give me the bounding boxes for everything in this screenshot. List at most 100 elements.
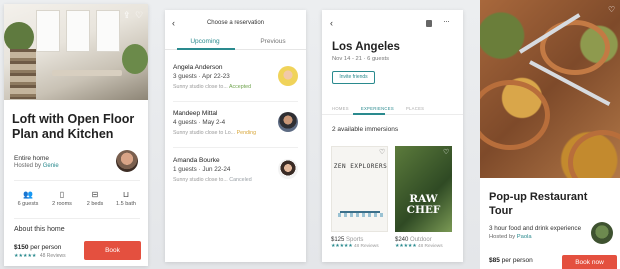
reviews-count: 48 Reviews — [417, 244, 443, 249]
amenity-bath: ⊔ 1.5 bath — [112, 190, 140, 207]
tab-divider — [322, 114, 463, 115]
tab-upcoming[interactable]: Upcoming — [175, 38, 235, 45]
price-unit: per person — [501, 257, 533, 264]
table-graphic — [52, 70, 122, 76]
heart-icon[interactable]: ♡ — [379, 148, 385, 156]
hosted-by-label: Hosted by — [489, 234, 516, 240]
heart-icon[interactable]: ♡ — [443, 148, 449, 156]
plant-graphic — [4, 22, 34, 52]
host-line: Hosted by Genie — [14, 163, 59, 169]
tab-experiences[interactable]: EXPERIENCES — [361, 106, 394, 111]
experience-description: 3 hour food and drink experience — [489, 225, 582, 232]
experience-card[interactable]: ♡ Pop-up Restaurant Tour 3 hour food and… — [480, 0, 620, 269]
listing-title: Loft with Open Floor Plan and Kitchen — [12, 112, 135, 141]
price-value: $85 — [489, 257, 500, 264]
divider — [14, 180, 140, 181]
price-unit: per person — [30, 244, 62, 251]
reservation-item[interactable]: Amanda Bourke 1 guests · Jun 22-24 Sunny… — [173, 157, 298, 197]
experience-rating: ★★★★★ 48 Reviews — [395, 244, 443, 249]
tab-previous[interactable]: Previous — [243, 38, 303, 45]
food-photo[interactable]: ♡ — [480, 0, 620, 178]
guest-name: Mandeep Mittal — [173, 110, 218, 117]
host-line: Hosted by Paola — [489, 234, 532, 240]
window-graphic — [96, 10, 120, 52]
tab-homes[interactable]: HOMES — [332, 106, 349, 111]
share-icon[interactable]: ⇪ — [123, 10, 131, 21]
cover-title: ZEN EXPLORERS — [333, 163, 388, 170]
price-value: $150 — [14, 244, 29, 251]
door-icon: ▯ — [59, 190, 65, 199]
window-graphic — [36, 10, 60, 52]
trip-card: ‹ ··· Los Angeles Nov 14 - 21 · 6 guests… — [322, 10, 463, 262]
reviews-count[interactable]: 48 Reviews — [40, 253, 66, 259]
star-icons: ★★★★★ — [395, 244, 417, 249]
experience-price: $240 Outdoor — [395, 237, 432, 243]
host-name-link[interactable]: Paola — [517, 234, 532, 240]
experience-cover-zen[interactable]: ZEN EXPLORERS — [331, 146, 388, 232]
invite-friends-button[interactable]: Invite friends — [332, 71, 375, 84]
category-label: Sports — [346, 237, 364, 243]
more-options-icon[interactable]: ··· — [443, 16, 450, 26]
tab-places[interactable]: PLACES — [406, 106, 424, 111]
status-accepted: Accepted — [228, 84, 252, 90]
bookshelf-graphic — [10, 49, 36, 99]
listing-snippet: Sunny studio close to Lo... — [173, 130, 236, 136]
available-count: 2 available immersions — [332, 126, 399, 133]
back-arrow-icon[interactable]: ‹ — [330, 18, 333, 28]
reviews-count: 48 Reviews — [353, 244, 379, 249]
host-avatar[interactable] — [116, 150, 138, 172]
price-line: $150 per person — [14, 244, 61, 251]
amenity-label: 2 beds — [86, 201, 104, 207]
heart-icon[interactable]: ♡ — [608, 5, 615, 14]
divider — [14, 218, 140, 219]
guest-details: 1 guests · Jun 22-24 — [173, 166, 231, 173]
amenity-rooms: ▯ 2 rooms — [48, 190, 76, 207]
about-heading: About this home — [14, 226, 65, 233]
status-pending: Pending — [236, 130, 257, 136]
amenity-beds: ⊟ 2 beds — [81, 190, 109, 207]
star-icons: ★★★★★ — [14, 253, 37, 259]
heart-icon[interactable]: ♡ — [135, 10, 143, 21]
reservation-desc: Sunny studio close to Lo... Pending — [173, 130, 256, 136]
hosted-by-label: Hosted by — [14, 163, 42, 169]
window-graphic — [66, 10, 90, 52]
reservation-item[interactable]: Mandeep Mittal 4 guests · May 2-4 Sunny … — [173, 110, 298, 150]
book-button[interactable]: Book — [84, 241, 141, 260]
book-now-button[interactable]: Book now — [562, 255, 617, 269]
experience-cover-chef[interactable]: RAW CHEF — [395, 146, 452, 232]
experience-rating: ★★★★★ 48 Reviews — [331, 244, 379, 249]
home-type: Entire home — [14, 155, 50, 162]
bowl-graphic — [568, 130, 620, 178]
experience-price: $125 Sports — [331, 237, 363, 243]
amenity-label: 2 rooms — [52, 201, 72, 207]
reservation-item[interactable]: Angela Anderson 3 guests · Apr 22-23 Sun… — [173, 64, 298, 104]
guest-name: Amanda Bourke — [173, 157, 220, 164]
listing-card[interactable]: ⇪ ♡ Loft with Open Floor Plan and Kitche… — [4, 4, 148, 266]
guests-icon: 👥 — [23, 190, 33, 199]
waves-graphic — [338, 213, 383, 217]
divider — [173, 101, 298, 102]
active-tab-indicator — [353, 113, 385, 115]
reservation-desc: Sunny studio close to... Canceled — [173, 177, 252, 183]
bowl-graphic — [480, 80, 550, 150]
host-avatar[interactable] — [591, 222, 613, 244]
cover-title: RAW CHEF — [406, 193, 441, 216]
guest-details: 3 guests · Apr 22-23 — [173, 73, 230, 80]
host-name-link[interactable]: Genie — [43, 163, 59, 169]
trash-icon[interactable] — [426, 20, 432, 27]
listing-snippet: Sunny studio close to... — [173, 84, 228, 90]
bath-icon: ⊔ — [122, 190, 130, 199]
listing-photo[interactable]: ⇪ ♡ — [4, 4, 148, 100]
reservations-card: ‹ Choose a reservation Upcoming Previous… — [165, 10, 306, 262]
guest-avatar — [278, 66, 298, 86]
guest-name: Angela Anderson — [173, 64, 223, 71]
plant-graphic — [122, 44, 148, 74]
bowl-graphic — [540, 20, 610, 75]
trip-dates: Nov 14 - 21 · 6 guests — [332, 56, 390, 62]
rating: ★★★★★ 48 Reviews — [14, 253, 66, 259]
guest-avatar — [278, 112, 298, 132]
reservation-desc: Sunny studio close to... Accepted — [173, 84, 251, 90]
boat-graphic — [340, 205, 380, 213]
listing-snippet: Sunny studio close to... — [173, 177, 228, 183]
status-canceled: Canceled — [229, 177, 252, 183]
